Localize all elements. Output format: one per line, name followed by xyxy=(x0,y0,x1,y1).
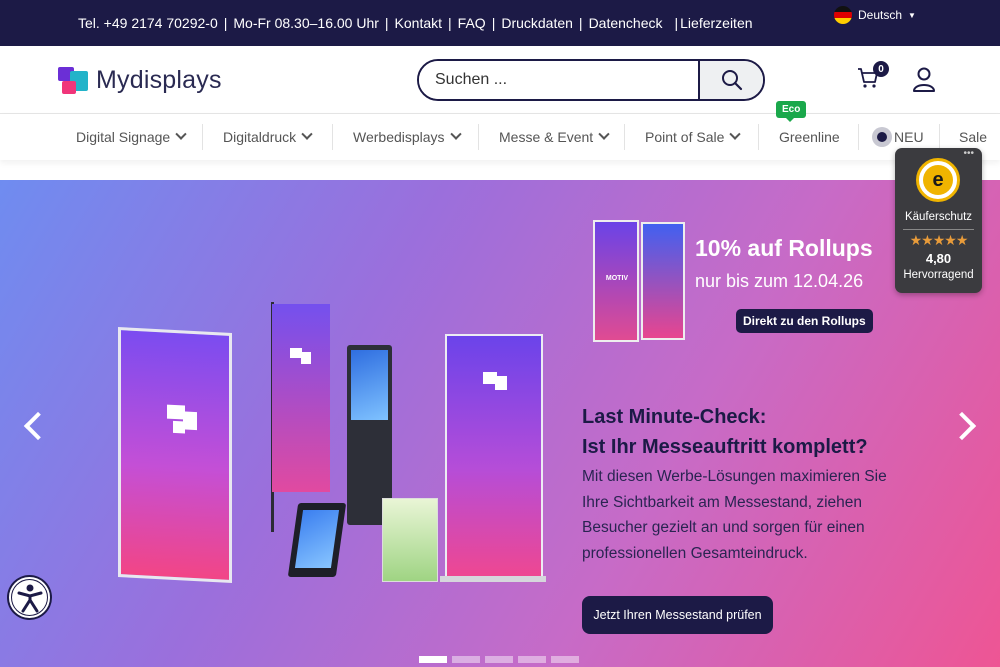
slider-dot[interactable] xyxy=(551,656,579,663)
nav-divider xyxy=(624,124,625,150)
nav-divider xyxy=(478,124,479,150)
divider xyxy=(903,229,974,230)
separator: | xyxy=(223,15,228,31)
rollup-image xyxy=(445,334,543,578)
hero-body: Mit diesen Werbe-Lösungen maximieren Sie… xyxy=(582,468,887,562)
nav-digitaldruck[interactable]: Digitaldruck xyxy=(223,114,313,160)
separator: | xyxy=(578,15,583,31)
separator: | xyxy=(448,15,452,31)
separator: | xyxy=(491,15,496,31)
trusted-shops-badge[interactable]: ••• e Käuferschutz ★★★★★ 4,80 Hervorrage… xyxy=(895,148,982,293)
buyer-protection-label: Käuferschutz xyxy=(904,211,973,223)
hours-text: Mo-Fr 08.30–16.00 Uhr xyxy=(233,15,379,31)
phone-link[interactable]: Tel. +49 2174 70292-0 xyxy=(78,15,218,31)
german-flag-icon xyxy=(834,6,852,24)
chevron-down-icon xyxy=(175,128,187,140)
search-button[interactable] xyxy=(698,61,763,99)
beachflag-image xyxy=(272,304,330,492)
contact-link[interactable]: Kontakt xyxy=(395,15,442,31)
slider-dots xyxy=(419,656,579,663)
print-data-link[interactable]: Druckdaten xyxy=(501,15,573,31)
nav-point-of-sale[interactable]: Point of Sale xyxy=(645,114,742,160)
chevron-down-icon xyxy=(301,128,313,140)
caret-down-icon: ▼ xyxy=(908,10,916,20)
delivery-times-link[interactable]: Lieferzeiten xyxy=(680,15,752,31)
nav-label: Point of Sale xyxy=(645,129,725,145)
chevron-right-icon[interactable] xyxy=(947,411,977,441)
slider-dot[interactable] xyxy=(518,656,546,663)
promo-counter-image xyxy=(382,498,438,582)
chevron-down-icon xyxy=(729,128,742,140)
motif-label: MOTIV xyxy=(605,275,629,282)
cart-button[interactable]: 0 xyxy=(856,61,889,96)
star-rating-icon: ★★★★★ xyxy=(909,232,969,248)
hero-slider: MOTIV 10% auf Rollups nur bis zum 12.04.… xyxy=(0,180,1000,667)
logo-mark-icon xyxy=(58,66,90,95)
user-icon xyxy=(913,67,935,92)
chevron-left-icon[interactable] xyxy=(23,411,53,441)
logo-text: Mydisplays xyxy=(96,66,222,94)
logo[interactable]: Mydisplays xyxy=(58,66,222,95)
main-nav: Digital Signage Digitaldruck Werbedispla… xyxy=(0,101,1000,160)
account-button[interactable] xyxy=(912,66,938,94)
search-bar xyxy=(417,59,765,101)
nav-label: Werbedisplays xyxy=(353,129,445,145)
nav-messe-event[interactable]: Messe & Event xyxy=(499,114,610,160)
search-input[interactable] xyxy=(419,61,698,99)
faq-link[interactable]: FAQ xyxy=(458,15,486,31)
more-icon[interactable]: ••• xyxy=(963,148,974,159)
top-bar: Tel. +49 2174 70292-0 | Mo-Fr 08.30–16.00… xyxy=(0,0,1000,46)
slider-dot[interactable] xyxy=(485,656,513,663)
nav-label: Greenline xyxy=(779,129,840,145)
check-booth-button[interactable]: Jetzt Ihren Messestand prüfen xyxy=(582,596,773,634)
cart-count-badge: 0 xyxy=(873,61,889,77)
nav-label: Digital Signage xyxy=(76,129,171,145)
promo-title: 10% auf Rollups xyxy=(695,235,873,261)
nav-label: Digitaldruck xyxy=(223,129,297,145)
nav-label: Messe & Event xyxy=(499,129,594,145)
language-label: Deutsch xyxy=(858,8,903,22)
rating-score: 4,80 xyxy=(925,251,952,266)
search-icon xyxy=(721,70,742,91)
nav-divider xyxy=(202,124,203,150)
kiosk-screen-image xyxy=(351,350,388,420)
slider-dot[interactable] xyxy=(452,656,480,663)
nav-greenline[interactable]: Greenline xyxy=(779,114,840,160)
rating-text: Hervorragend xyxy=(903,269,974,281)
trusted-shops-seal-icon: e xyxy=(916,158,960,202)
promo-rollup-image xyxy=(641,222,685,340)
accessibility-icon xyxy=(12,580,47,615)
header: Mydisplays 0 xyxy=(0,46,1000,114)
slider-dot[interactable] xyxy=(419,656,447,663)
top-links: Tel. +49 2174 70292-0 | Mo-Fr 08.30–16.00… xyxy=(78,15,753,31)
nav-label: Sale xyxy=(959,129,988,145)
rollups-link-button[interactable]: Direkt zu den Rollups xyxy=(736,309,873,333)
data-check-link[interactable]: Datencheck xyxy=(589,15,663,31)
separator: | xyxy=(384,15,389,31)
accessibility-button[interactable] xyxy=(9,577,50,618)
nav-divider xyxy=(758,124,759,150)
language-selector[interactable]: Deutsch ▼ xyxy=(834,6,916,24)
rollup-base-image xyxy=(440,576,546,582)
nav-divider xyxy=(332,124,333,150)
nav-label: NEU xyxy=(894,129,924,145)
promo-subtitle: nur bis zum 12.04.26 xyxy=(695,271,864,291)
hero-headline: Last Minute-Check: Ist Ihr Messeauftritt… xyxy=(582,402,868,462)
nav-divider xyxy=(939,124,940,150)
led-frame-image xyxy=(118,327,232,583)
chevron-down-icon xyxy=(598,128,610,140)
headline-line-1: Last Minute-Check: xyxy=(582,406,767,428)
chevron-down-icon xyxy=(449,128,462,140)
nav-digital-signage[interactable]: Digital Signage xyxy=(76,114,187,160)
nav-divider xyxy=(858,124,859,150)
new-dot-icon xyxy=(872,127,892,147)
nav-werbedisplays[interactable]: Werbedisplays xyxy=(353,114,462,160)
separator: | xyxy=(674,15,679,31)
headline-line-2: Ist Ihr Messeauftritt komplett? xyxy=(582,436,868,458)
